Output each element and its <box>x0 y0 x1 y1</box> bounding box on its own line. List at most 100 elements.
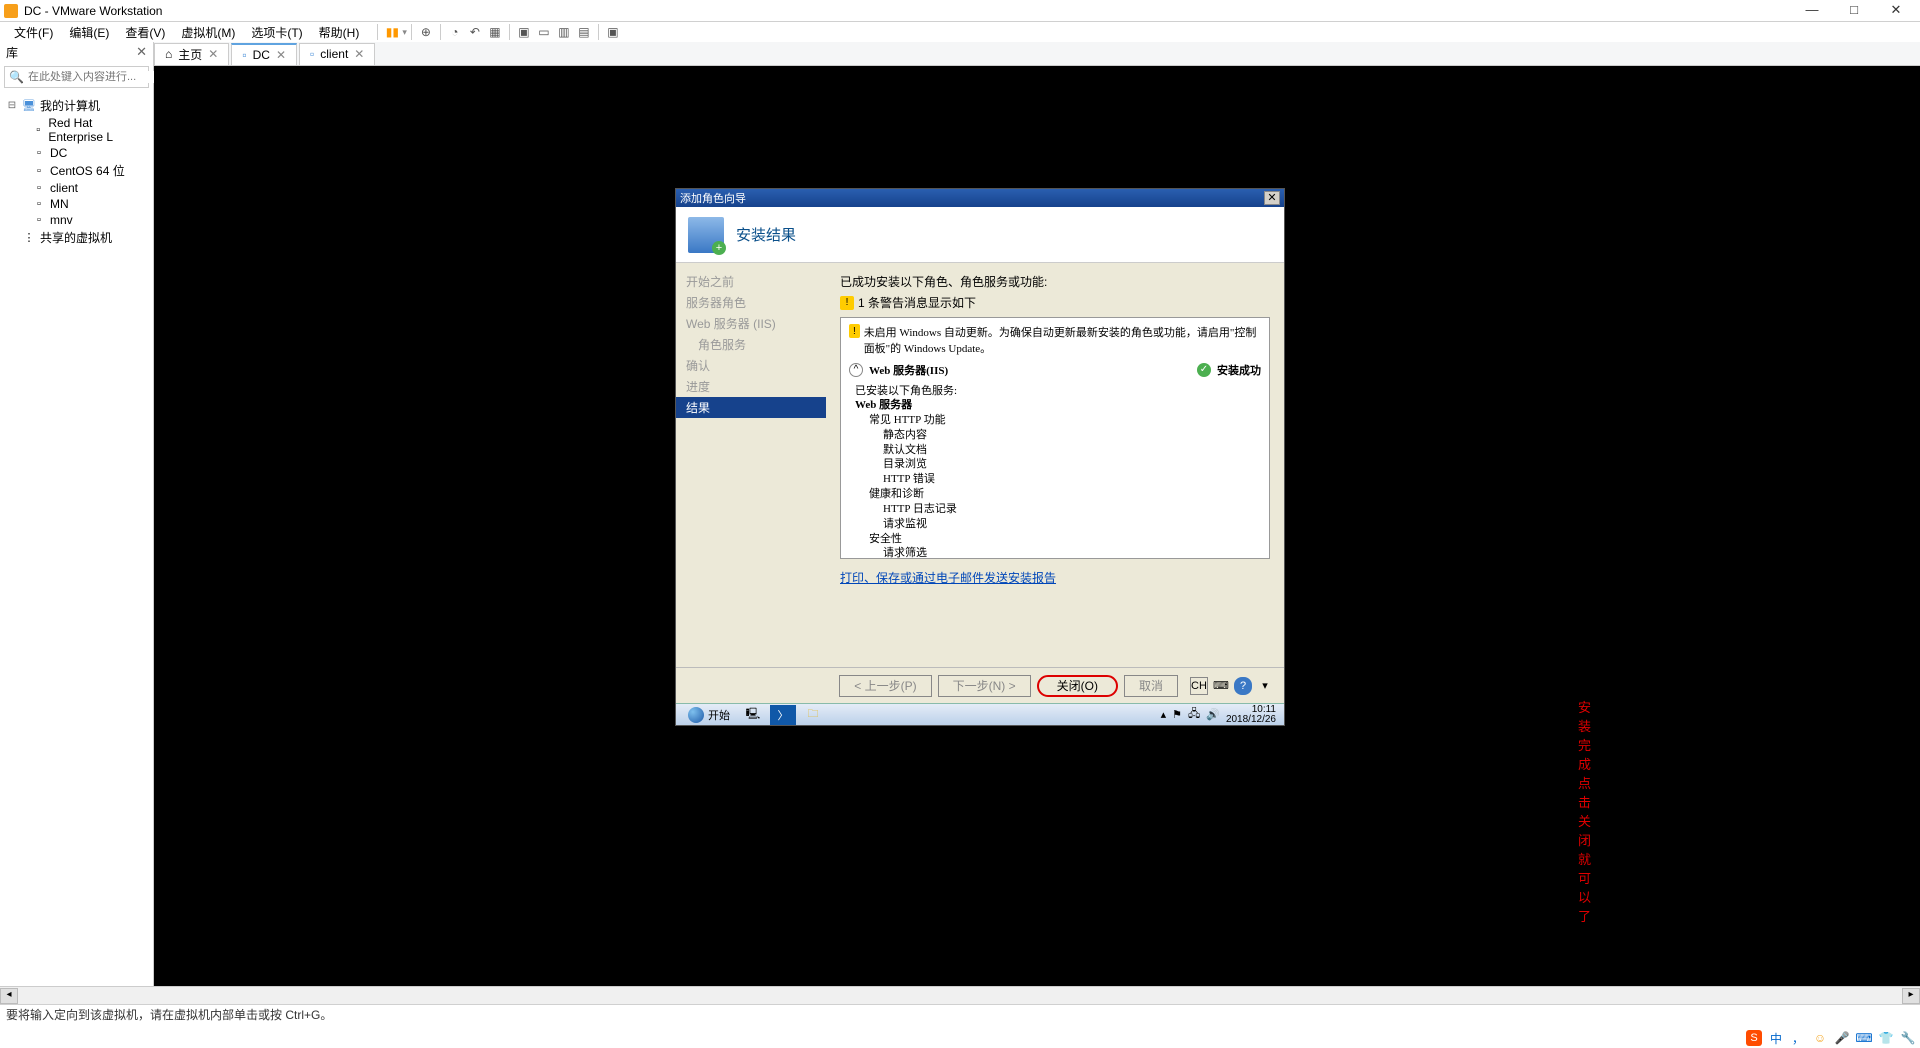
menu-view[interactable]: 查看(V) <box>117 22 173 43</box>
thumbnail-button[interactable]: ▥ <box>554 23 574 41</box>
wizard-content: 已成功安装以下角色、角色服务或功能: ! 1 条警告消息显示如下 ! 未启用 W… <box>826 263 1284 667</box>
feature-item: 默认文档 <box>883 443 1261 458</box>
sogou-ime-icon[interactable]: S <box>1746 1030 1762 1046</box>
scroll-left-button[interactable]: ◂ <box>0 988 18 1004</box>
update-warning: 未启用 Windows 自动更新。为确保自动更新最新安装的角色或功能，请启用"控… <box>864 324 1261 356</box>
unity-button[interactable]: ▭ <box>534 23 554 41</box>
tray-flag-icon[interactable]: ⚑ <box>1172 708 1182 721</box>
vm-console[interactable]: 添加角色向导 ✕ 安装结果 开始之前 服务器角色 Web 服务器 (IIS) 角… <box>154 66 1920 986</box>
pause-dropdown[interactable]: ▾ <box>402 27 407 38</box>
feature-item: 安全性 <box>869 532 1261 547</box>
tray-volume-icon[interactable]: 🔊 <box>1206 708 1220 721</box>
vm-tree: ⊟ 🖥 我的计算机 ▫ Red Hat Enterprise L ▫ DC ▫ … <box>0 92 153 251</box>
tree-item-mnv[interactable]: ▫ mnv <box>2 212 151 228</box>
tab-close-icon[interactable]: ✕ <box>276 48 286 62</box>
ime-emoji-icon[interactable]: ☺ <box>1812 1030 1828 1046</box>
help-icon[interactable]: ? <box>1234 677 1252 695</box>
menu-vm[interactable]: 虚拟机(M) <box>173 22 243 43</box>
menu-edit[interactable]: 编辑(E) <box>61 22 117 43</box>
scroll-right-button[interactable]: ▸ <box>1902 988 1920 1004</box>
tree-item-client[interactable]: ▫ client <box>2 180 151 196</box>
nav-server-role[interactable]: 服务器角色 <box>676 292 826 313</box>
report-link[interactable]: 打印、保存或通过电子邮件发送安装报告 <box>840 569 1270 586</box>
ime-mic-icon[interactable]: 🎤 <box>1834 1030 1850 1046</box>
ime-keyboard-icon[interactable]: ⌨ <box>1856 1030 1872 1046</box>
ime-punct-icon[interactable]: ， <box>1790 1030 1806 1046</box>
wizard-header: 安装结果 <box>676 207 1284 263</box>
lang-indicator[interactable]: CH <box>1190 677 1208 695</box>
nav-confirm[interactable]: 确认 <box>676 355 826 376</box>
wizard-header-title: 安装结果 <box>736 224 796 245</box>
taskbar-server-manager[interactable]: 🖳 <box>740 705 766 725</box>
tree-root-my-computer[interactable]: ⊟ 🖥 我的计算机 <box>2 96 151 115</box>
dropdown-icon[interactable]: ▾ <box>1256 677 1274 695</box>
wizard-nav: 开始之前 服务器角色 Web 服务器 (IIS) 角色服务 确认 进度 结果 <box>676 263 826 667</box>
send-ctrl-alt-del-button[interactable]: ⊕ <box>416 23 436 41</box>
keyboard-icon[interactable]: ⌨ <box>1212 677 1230 695</box>
snapshot-button[interactable]: ◔ <box>445 23 465 41</box>
pause-vm-button[interactable]: ▮▮ <box>382 23 402 41</box>
tray-show-hidden[interactable]: ▴ <box>1161 708 1167 721</box>
collapse-icon[interactable]: ^ <box>849 363 863 377</box>
feature-item: 健康和诊断 <box>869 487 1261 502</box>
tree-item-dc[interactable]: ▫ DC <box>2 145 151 161</box>
tree-item-centos[interactable]: ▫ CentOS 64 位 <box>2 161 151 180</box>
nav-before[interactable]: 开始之前 <box>676 271 826 292</box>
start-button[interactable]: 开始 <box>680 705 738 725</box>
maximize-button[interactable]: □ <box>1842 2 1866 20</box>
ime-skin-icon[interactable]: 👕 <box>1878 1030 1894 1046</box>
warning-icon: ! <box>849 324 860 338</box>
tab-dc[interactable]: ▫ DC ✕ <box>231 43 297 65</box>
minimize-button[interactable]: — <box>1800 2 1824 20</box>
nav-web-iis[interactable]: Web 服务器 (IIS) <box>676 313 826 334</box>
taskbar-powershell[interactable]: 〉 <box>770 705 796 725</box>
guest-taskbar: 开始 🖳 〉 🗀 ▴ ⚑ 🖧 🔊 10:11 2018/12/26 <box>676 703 1284 725</box>
wizard-titlebar[interactable]: 添加角色向导 ✕ <box>676 189 1284 207</box>
prev-button[interactable]: < 上一步(P) <box>839 675 931 697</box>
warning-icon: ! <box>840 296 854 310</box>
vmware-app-icon <box>4 4 18 18</box>
wizard-close-button[interactable]: ✕ <box>1264 191 1280 205</box>
tab-home[interactable]: ⌂ 主页 ✕ <box>154 43 229 65</box>
sidebar-title: 库 <box>6 44 18 61</box>
tab-client[interactable]: ▫ client ✕ <box>299 43 375 65</box>
close-button[interactable]: 关闭(O) <box>1037 675 1118 697</box>
vm-tabs: ⌂ 主页 ✕ ▫ DC ✕ ▫ client ✕ <box>154 42 1920 66</box>
vm-icon: ▫ <box>32 164 46 178</box>
fullscreen-button[interactable]: ▣ <box>514 23 534 41</box>
console-view-button[interactable]: ▣ <box>603 23 623 41</box>
tree-root-label: 我的计算机 <box>40 97 100 114</box>
horizontal-scrollbar[interactable]: ◂ ▸ <box>0 986 1920 1004</box>
cancel-button[interactable]: 取消 <box>1124 675 1178 697</box>
ime-tool-icon[interactable]: 🔧 <box>1900 1030 1916 1046</box>
snapshot-manager-button[interactable]: ▦ <box>485 23 505 41</box>
ime-lang-icon[interactable]: 中 <box>1768 1030 1784 1046</box>
tab-close-icon[interactable]: ✕ <box>208 47 218 61</box>
close-button[interactable]: ✕ <box>1884 2 1908 20</box>
nav-result[interactable]: 结果 <box>676 397 826 418</box>
result-box[interactable]: ! 未启用 Windows 自动更新。为确保自动更新最新安装的角色或功能，请启用… <box>840 317 1270 559</box>
menu-file[interactable]: 文件(F) <box>6 22 61 43</box>
tree-item-mn[interactable]: ▫ MN <box>2 196 151 212</box>
shared-icon: ⋮ <box>22 231 36 245</box>
installed-header: 已安装以下角色服务: <box>855 382 1261 398</box>
search-input[interactable] <box>28 71 170 83</box>
nav-role-svc[interactable]: 角色服务 <box>676 334 826 355</box>
nav-progress[interactable]: 进度 <box>676 376 826 397</box>
sidebar-search[interactable]: 🔍 ▾ <box>4 66 149 88</box>
tree-collapse-icon[interactable]: ⊟ <box>6 100 18 111</box>
feature-item: HTTP 错误 <box>883 472 1261 487</box>
sidebar-close-button[interactable]: ✕ <box>136 44 147 60</box>
multi-monitor-button[interactable]: ▤ <box>574 23 594 41</box>
tray-network-icon[interactable]: 🖧 <box>1188 705 1200 724</box>
menu-help[interactable]: 帮助(H) <box>311 22 368 43</box>
tab-close-icon[interactable]: ✕ <box>354 47 364 61</box>
menu-tabs[interactable]: 选项卡(T) <box>243 22 310 43</box>
tree-shared-vms[interactable]: ⊟ ⋮ 共享的虚拟机 <box>2 228 151 247</box>
statusbar: 要将输入定向到该虚拟机，请在虚拟机内部单击或按 Ctrl+G。 <box>0 1004 1920 1024</box>
next-button[interactable]: 下一步(N) > <box>938 675 1031 697</box>
revert-button[interactable]: ↶ <box>465 23 485 41</box>
guest-clock[interactable]: 10:11 2018/12/26 <box>1226 705 1276 725</box>
taskbar-explorer[interactable]: 🗀 <box>800 705 826 725</box>
tree-item-redhat[interactable]: ▫ Red Hat Enterprise L <box>2 115 151 145</box>
